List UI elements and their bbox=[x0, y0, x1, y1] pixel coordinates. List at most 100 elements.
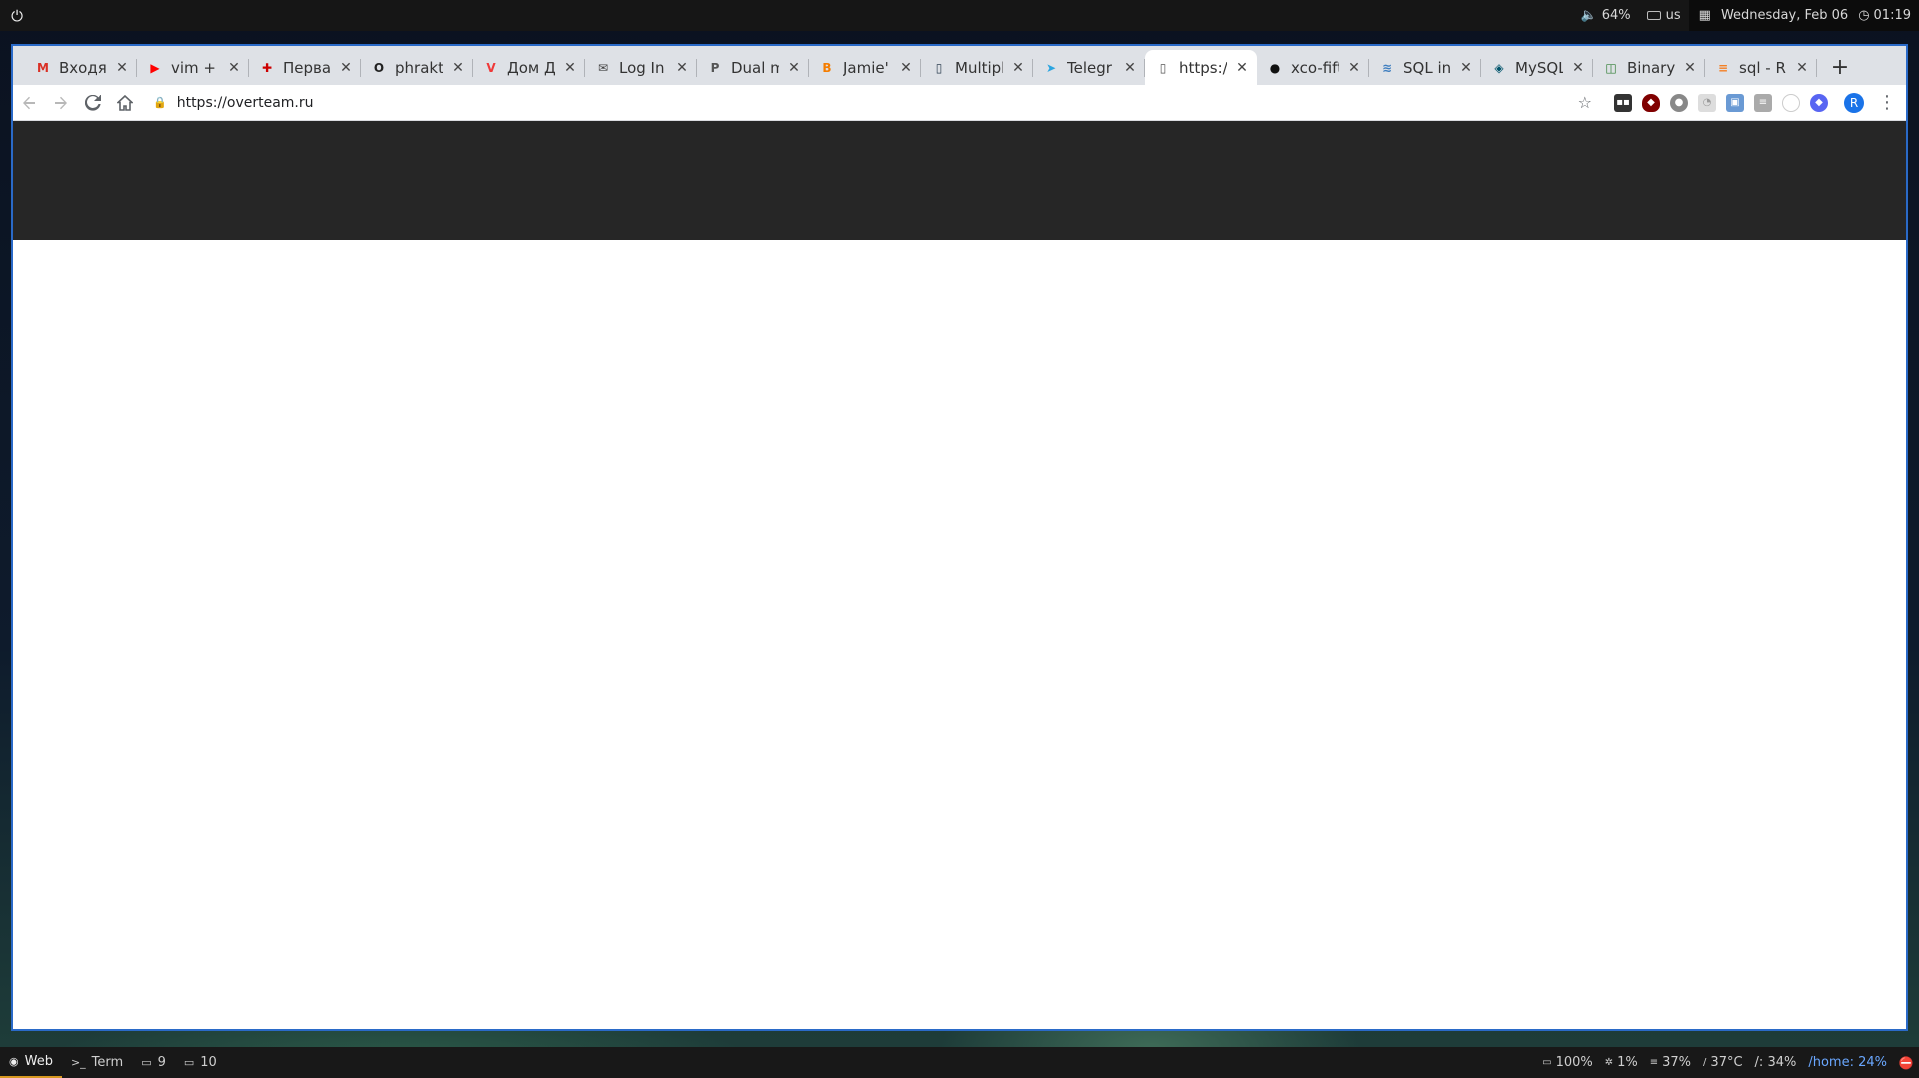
tab-close-icon[interactable]: ✕ bbox=[1347, 60, 1361, 76]
tab-title: Binary bbox=[1627, 58, 1675, 77]
tab-title: https:// bbox=[1179, 58, 1227, 77]
tab-close-icon[interactable]: ✕ bbox=[451, 60, 465, 76]
tab-10[interactable]: ▯ https:// ✕ bbox=[1145, 50, 1257, 85]
network-tray-icon[interactable]: ⛔ bbox=[1893, 1056, 1919, 1070]
tab-title: Jamie' bbox=[843, 58, 889, 77]
tab-12[interactable]: ≋ SQL in ✕ bbox=[1369, 50, 1481, 85]
vivaldi-icon: V bbox=[486, 60, 496, 75]
ublock-shield-icon[interactable]: ◆ bbox=[1642, 93, 1660, 112]
tab-close-icon[interactable]: ✕ bbox=[787, 60, 801, 76]
back-button[interactable] bbox=[13, 87, 45, 119]
binary-icon: ◫ bbox=[1605, 60, 1617, 75]
stack-icon: ≋ bbox=[1381, 60, 1393, 75]
tab-15[interactable]: ≡ sql - R ✕ bbox=[1705, 50, 1817, 85]
tab-title: Telegr bbox=[1067, 58, 1112, 77]
profile-avatar[interactable]: R bbox=[1844, 92, 1864, 113]
tab-title: Log In bbox=[619, 58, 665, 77]
reload-button[interactable] bbox=[77, 87, 109, 119]
speaker-icon: 🔈 bbox=[1580, 8, 1597, 23]
tab-title: xco-fift bbox=[1291, 58, 1339, 77]
tab-close-icon[interactable]: ✕ bbox=[563, 60, 577, 76]
forward-arrow-icon bbox=[55, 96, 67, 109]
tab-3[interactable]: Ophrakt ✕ bbox=[361, 50, 473, 85]
lock-icon: 🔒 bbox=[153, 96, 167, 109]
reload-icon bbox=[85, 94, 101, 111]
tab-close-icon[interactable]: ✕ bbox=[1235, 60, 1249, 76]
tab-9[interactable]: ➤ Telegr ✕ bbox=[1033, 50, 1145, 85]
tab-close-icon[interactable]: ✕ bbox=[1795, 60, 1809, 76]
tab-0[interactable]: M Входящ ✕ bbox=[25, 50, 137, 85]
tab-11[interactable]: ● xco-fift ✕ bbox=[1257, 50, 1369, 85]
extension-blue-icon[interactable]: ◆ bbox=[1810, 93, 1828, 112]
tab-close-icon[interactable]: ✕ bbox=[1011, 60, 1025, 76]
memory-icon: ≡ bbox=[1649, 1057, 1659, 1068]
tab-title: Дом Д bbox=[507, 58, 555, 77]
tab-title: phrakt bbox=[395, 58, 443, 77]
chrome-icon: ◉ bbox=[9, 1055, 19, 1068]
blogger-icon: B bbox=[822, 60, 832, 75]
workspace-label: Term bbox=[91, 1055, 124, 1070]
tab-5[interactable]: ✉ Log In ✕ bbox=[585, 50, 697, 85]
home-button[interactable] bbox=[109, 87, 141, 119]
workspace-label: 10 bbox=[200, 1055, 217, 1070]
power-icon[interactable]: ⏻ bbox=[0, 0, 34, 31]
extension-gear-icon[interactable]: ● bbox=[1670, 93, 1688, 112]
address-bar[interactable]: 🔒 https://overteam.ru bbox=[141, 88, 1578, 118]
extension-ghost-icon[interactable]: ◔ bbox=[1698, 93, 1716, 112]
tab-14[interactable]: ◫ Binary ✕ bbox=[1593, 50, 1705, 85]
workspace-3[interactable]: ▭ 10 bbox=[175, 1047, 226, 1078]
tab-6[interactable]: P Dual m ✕ bbox=[697, 50, 809, 85]
tab-close-icon[interactable]: ✕ bbox=[1683, 60, 1697, 76]
keyboard-layout-indicator[interactable]: us bbox=[1639, 8, 1689, 23]
url-text[interactable]: https://overteam.ru bbox=[177, 95, 314, 111]
display-icon: ▭ bbox=[1542, 1057, 1552, 1068]
tab-title: vim + t bbox=[171, 58, 219, 77]
tab-title: SQL in bbox=[1403, 58, 1451, 77]
extension-stack-icon[interactable]: ≡ bbox=[1754, 93, 1772, 112]
tab-13[interactable]: ◈ MySQL ✕ bbox=[1481, 50, 1593, 85]
new-tab-button[interactable]: + bbox=[1823, 50, 1857, 85]
tab-title: sql - R bbox=[1739, 58, 1786, 77]
tab-title: Входящ bbox=[59, 58, 107, 77]
tab-7[interactable]: B Jamie' ✕ bbox=[809, 50, 921, 85]
workspace-label: Web bbox=[24, 1054, 53, 1069]
browser-window: MВходящ✕▶vim + t✕✚Перва✕Ophrakt✕VДом Д✕✉… bbox=[11, 44, 1908, 1031]
workspace-2[interactable]: ▭ 9 bbox=[132, 1047, 175, 1078]
volume-indicator[interactable]: 🔈 64% bbox=[1573, 8, 1639, 23]
tab-title: Перва bbox=[283, 58, 331, 77]
bottom-panel: ◉ Web >_ Term ▭ 9 ▭ 10 ▭ 100% ✲ 1% ≡ 37% /37°C /: … bbox=[0, 1047, 1919, 1078]
clock-block[interactable]: ▦ Wednesday, Feb 06 ◷ 01:19 bbox=[1688, 0, 1919, 31]
extension-dark-icon[interactable]: ▪▪ bbox=[1614, 93, 1632, 112]
home-disk-indicator: /home: 24% bbox=[1808, 1055, 1887, 1070]
terminal-icon: >_ bbox=[70, 1056, 86, 1069]
star-icon[interactable]: ☆ bbox=[1578, 93, 1592, 112]
tab-strip: MВходящ✕▶vim + t✕✚Перва✕Ophrakt✕VДом Д✕✉… bbox=[13, 46, 1906, 85]
workspace-1[interactable]: >_ Term bbox=[62, 1047, 132, 1078]
page-header-dark bbox=[13, 121, 1906, 240]
forward-button[interactable] bbox=[45, 87, 77, 119]
tab-close-icon[interactable]: ✕ bbox=[339, 60, 353, 76]
tab-close-icon[interactable]: ✕ bbox=[115, 60, 129, 76]
ring-icon: O bbox=[373, 60, 385, 75]
menu-kebab-icon[interactable]: ⋮ bbox=[1878, 92, 1896, 113]
p-icon: P bbox=[710, 60, 720, 75]
tab-4[interactable]: V Дом Д ✕ bbox=[473, 50, 585, 85]
tab-close-icon[interactable]: ✕ bbox=[675, 60, 689, 76]
tab-close-icon[interactable]: ✕ bbox=[1459, 60, 1473, 76]
time-text: 01:19 bbox=[1873, 8, 1911, 23]
workspace-0[interactable]: ◉ Web bbox=[0, 1047, 62, 1078]
keyboard-icon bbox=[1646, 11, 1661, 20]
extension-window-icon[interactable]: ▣ bbox=[1726, 93, 1744, 112]
back-arrow-icon bbox=[23, 96, 35, 109]
tab-close-icon[interactable]: ✕ bbox=[227, 60, 241, 76]
extensions-area: ☆ ▪▪ ◆ ● ◔ ▣ ≡ ◆ R ⋮ bbox=[1578, 92, 1906, 113]
tab-2[interactable]: ✚ Перва ✕ bbox=[249, 50, 361, 85]
extension-circle-icon[interactable] bbox=[1782, 93, 1800, 112]
calendar-icon: ▦ bbox=[1698, 8, 1711, 23]
tab-8[interactable]: ▯ Multipl ✕ bbox=[921, 50, 1033, 85]
youtube-icon: ▶ bbox=[150, 60, 160, 75]
tab-close-icon[interactable]: ✕ bbox=[1123, 60, 1137, 76]
tab-1[interactable]: ▶ vim + t ✕ bbox=[137, 50, 249, 85]
tab-close-icon[interactable]: ✕ bbox=[899, 60, 913, 76]
tab-close-icon[interactable]: ✕ bbox=[1571, 60, 1585, 76]
